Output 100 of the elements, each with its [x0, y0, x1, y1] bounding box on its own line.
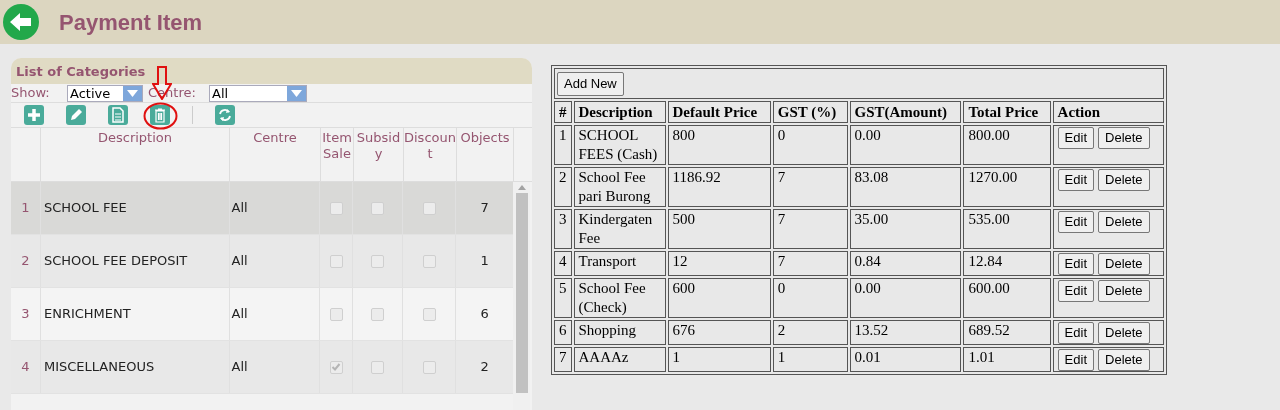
checkbox[interactable] [422, 201, 436, 215]
row-number: 2 [21, 252, 30, 271]
table-cell: 5 [554, 277, 572, 318]
table-cell: 7 [772, 250, 848, 276]
category-row[interactable]: 2 SCHOOL FEE DEPOSIT All 1 [11, 235, 513, 288]
category-row[interactable]: 3 ENRICHMENT All 6 [11, 288, 513, 341]
category-description: SCHOOL FEE [43, 199, 127, 218]
category-description: MISCELLANEOUS [43, 358, 155, 377]
column-header: Action [1052, 100, 1164, 123]
page-title: Payment Item [59, 8, 203, 37]
table-cell: 2 [772, 319, 848, 345]
table-cell: 676 [667, 319, 771, 345]
delete-button[interactable]: Delete [1098, 210, 1150, 233]
add-new-button[interactable]: Add New [557, 72, 624, 96]
edit-button[interactable]: Edit [1057, 321, 1094, 344]
table-cell: SCHOOL FEES (Cash) [573, 124, 666, 165]
object-count: 6 [480, 305, 489, 324]
checkbox[interactable] [371, 201, 385, 215]
document-icon[interactable] [108, 105, 128, 125]
delete-button[interactable]: Delete [1098, 321, 1150, 344]
column-header[interactable]: Subsidy [354, 128, 404, 181]
checkbox[interactable] [329, 254, 343, 268]
dropdown-arrow-icon [127, 89, 138, 97]
column-header[interactable]: Item Sale [321, 128, 354, 181]
delete-button[interactable]: Delete [1098, 126, 1150, 149]
table-cell: 1186.92 [667, 166, 771, 207]
column-header[interactable]: Discount [404, 128, 457, 181]
column-header[interactable]: Centre [230, 128, 321, 181]
table-cell: 500 [667, 208, 771, 249]
edit-icon[interactable] [66, 105, 86, 125]
row-number: 1 [21, 199, 30, 218]
add-icon[interactable] [24, 105, 44, 125]
category-row[interactable]: 4 MISCELLANEOUS All 2 [11, 341, 513, 394]
checkbox[interactable] [422, 360, 436, 374]
category-description: ENRICHMENT [43, 305, 131, 324]
category-row[interactable]: 1 SCHOOL FEE All 7 [11, 182, 513, 235]
edit-button[interactable]: Edit [1057, 252, 1094, 275]
column-header: # [554, 100, 572, 123]
edit-button[interactable]: Edit [1057, 348, 1094, 371]
edit-button[interactable]: Edit [1057, 168, 1094, 191]
table-cell: 3 [554, 208, 572, 249]
table-cell: 0.00 [849, 277, 962, 318]
delete-button[interactable]: Delete [1098, 279, 1150, 302]
delete-button[interactable]: Delete [1098, 252, 1150, 275]
table-cell: 7 [554, 346, 572, 372]
checkbox[interactable] [329, 307, 343, 321]
table-cell: 0.84 [849, 250, 962, 276]
delete-button[interactable]: Delete [1098, 168, 1150, 191]
checkbox[interactable] [422, 307, 436, 321]
checkbox[interactable] [329, 201, 343, 215]
row-number: 3 [21, 305, 30, 324]
table-cell: AAAAz [573, 346, 666, 372]
checkbox[interactable] [371, 307, 385, 321]
table-cell: 83.08 [849, 166, 962, 207]
edit-button[interactable]: Edit [1057, 126, 1094, 149]
table-cell: 1 [554, 124, 572, 165]
object-count: 1 [480, 252, 489, 271]
table-cell: School Fee pari Burong [573, 166, 666, 207]
category-centre: All [231, 358, 248, 377]
table-cell: 600.00 [963, 277, 1051, 318]
category-centre: All [231, 305, 248, 324]
edit-button[interactable]: Edit [1057, 279, 1094, 302]
table-cell: 1.01 [963, 346, 1051, 372]
centre-dropdown[interactable]: All [209, 84, 307, 102]
table-cell: Shopping [573, 319, 666, 345]
table-cell: 535.00 [963, 208, 1051, 249]
table-cell: 1 [772, 346, 848, 372]
table-cell: 800 [667, 124, 771, 165]
column-header: GST (%) [772, 100, 848, 123]
table-cell: Kindergaten Fee [573, 208, 666, 249]
refresh-icon[interactable] [215, 105, 235, 125]
highlight-circle [143, 102, 178, 130]
row-number: 4 [21, 358, 30, 377]
checkbox[interactable] [422, 254, 436, 268]
column-header[interactable]: Objects [457, 128, 514, 181]
table-cell: 0 [772, 277, 848, 318]
object-count: 7 [480, 199, 489, 218]
show-label: Show: [11, 84, 51, 103]
table-cell: 7 [772, 166, 848, 207]
checkbox[interactable] [329, 360, 343, 374]
table-cell: Transport [573, 250, 666, 276]
table-cell: 1 [667, 346, 771, 372]
table-cell: 2 [554, 166, 572, 207]
table-cell: School Fee (Check) [573, 277, 666, 318]
table-cell: 1270.00 [963, 166, 1051, 207]
dropdown-arrow-icon [291, 89, 302, 97]
checkbox[interactable] [371, 254, 385, 268]
trash-icon[interactable] [150, 105, 170, 125]
column-header: Description [573, 100, 666, 123]
table-cell: 600 [667, 277, 771, 318]
show-dropdown[interactable]: Active [67, 84, 143, 102]
edit-button[interactable]: Edit [1057, 210, 1094, 233]
scroll-up-icon[interactable] [517, 185, 526, 190]
table-cell: 6 [554, 319, 572, 345]
table-cell: 0 [772, 124, 848, 165]
checkbox[interactable] [371, 360, 385, 374]
column-header[interactable]: Description [41, 128, 230, 181]
column-header: Total Price [963, 100, 1051, 123]
table-cell: 12 [667, 250, 771, 276]
delete-button[interactable]: Delete [1098, 348, 1150, 371]
